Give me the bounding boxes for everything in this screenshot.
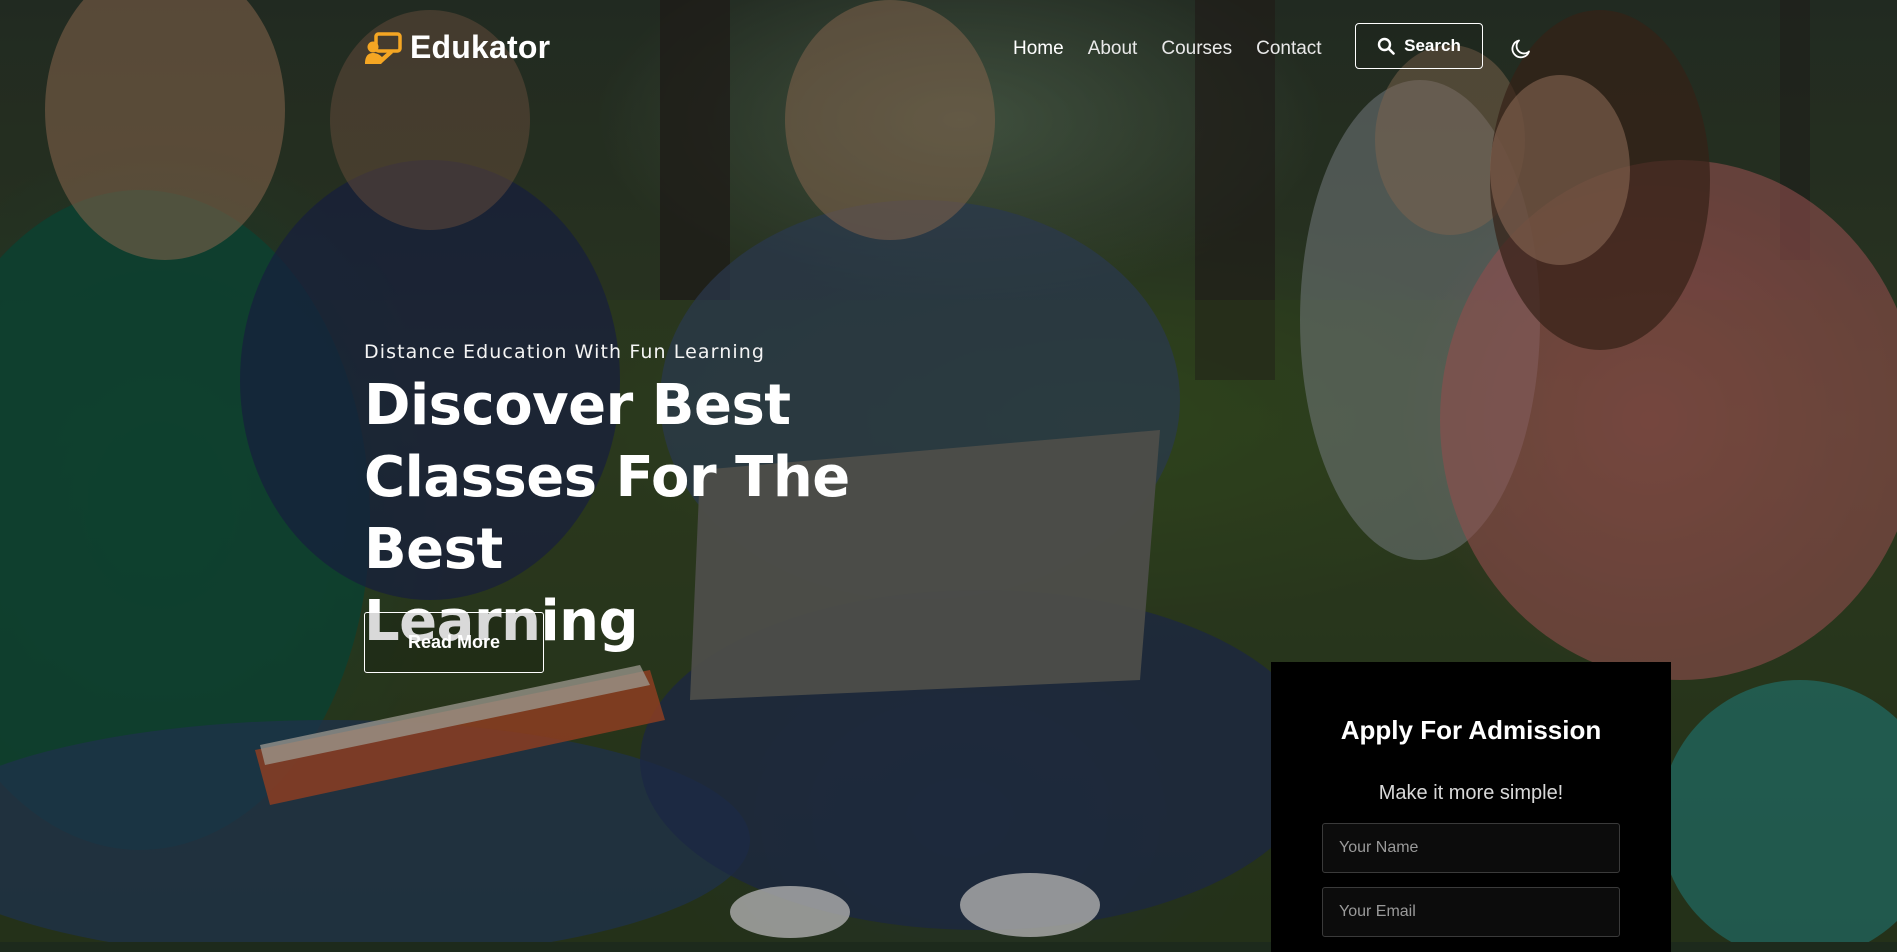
nav-link-courses[interactable]: Courses — [1161, 38, 1232, 60]
brand-name: Edukator — [410, 28, 551, 65]
navbar: Edukator Home About Courses Contact Sear… — [0, 0, 1897, 100]
hero-title-line: Discover Best — [364, 373, 791, 438]
search-button[interactable]: Search — [1355, 23, 1483, 69]
search-icon — [1377, 37, 1395, 55]
brand-logo[interactable]: Edukator — [364, 28, 550, 66]
search-button-label: Search — [1404, 36, 1461, 55]
moon-icon[interactable] — [1509, 37, 1533, 61]
admission-subtitle: Make it more simple! — [1378, 782, 1564, 804]
read-more-button[interactable]: Read More — [364, 612, 544, 673]
admission-title: Apply For Admission — [1340, 715, 1602, 745]
nav-link-home[interactable]: Home — [1013, 38, 1064, 60]
admission-form-card: Apply For Admission Make it more simple! — [1271, 662, 1671, 952]
nav-link-contact[interactable]: Contact — [1256, 38, 1321, 60]
nav-link-about[interactable]: About — [1088, 38, 1138, 60]
teacher-board-icon — [364, 28, 402, 66]
email-field[interactable] — [1322, 887, 1620, 937]
nav-links: Home About Courses Contact — [1013, 38, 1346, 60]
name-field[interactable] — [1322, 823, 1620, 873]
hero-tagline: Distance Education With Fun Learning — [364, 341, 766, 363]
hero-title-line: Classes For The Best — [364, 445, 850, 582]
